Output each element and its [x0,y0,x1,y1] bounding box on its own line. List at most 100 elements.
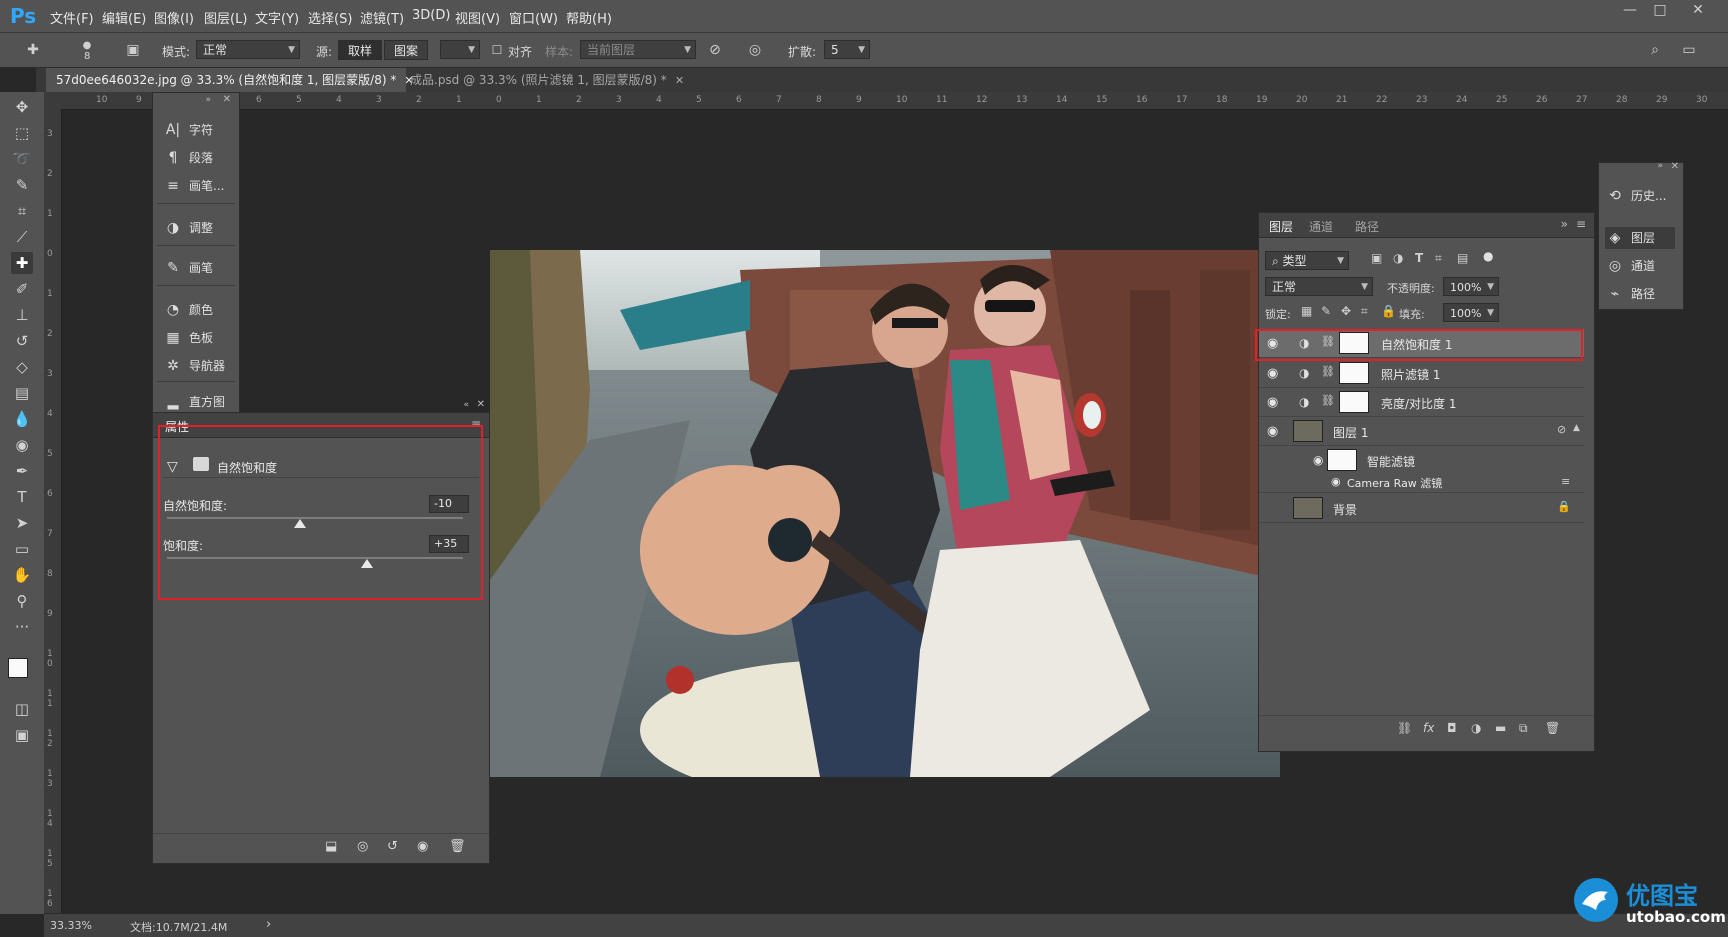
close-window-button[interactable]: ✕ [1684,2,1712,22]
crop-tool-icon[interactable]: ⌗ [11,200,33,222]
pen-tool-icon[interactable]: ✒ [11,460,33,482]
search-icon[interactable]: ⌕ [1646,41,1664,59]
filter-options-icon[interactable]: ≡ [1561,475,1570,488]
trash-icon[interactable]: 🗑 [449,839,466,854]
close-icon[interactable]: ✕ [675,74,684,87]
brush-tool-icon[interactable]: ✐ [11,278,33,300]
type-tool-icon[interactable]: T [11,486,33,508]
collapse-arrows-icon[interactable]: » [205,95,211,105]
dock-item-channels[interactable]: ◎ 通道 [1605,255,1675,277]
path-select-tool-icon[interactable]: ➤ [11,512,33,534]
lock-position-icon[interactable]: ✥ [1341,304,1351,318]
fill-input[interactable]: 100% ▼ [1443,303,1499,322]
move-tool-icon[interactable]: ✥ [11,96,33,118]
dock-item-character[interactable]: A| 字符 [163,119,233,141]
layer-name[interactable]: Camera Raw 滤镜 [1347,475,1442,491]
healing-brush-tool-icon[interactable]: ✚ [11,252,33,274]
lock-transparency-icon[interactable]: ▦ [1301,304,1312,318]
layer-row-background[interactable]: 背景 🔒 [1259,494,1584,523]
filter-toggle-icon[interactable]: ● [1483,249,1493,263]
menu-window[interactable]: 窗口(W) [509,8,558,27]
new-layer-icon[interactable]: ⧉ [1519,721,1528,736]
workspace-icon[interactable]: ▭ [1680,41,1698,59]
eye-icon[interactable]: ◉ [1267,366,1278,381]
close-icon[interactable]: ✕ [477,399,485,410]
lock-all-icon[interactable]: 🔒 [1381,304,1396,318]
dock-item-paragraph[interactable]: ¶ 段落 [163,147,233,169]
lasso-tool-icon[interactable]: ➰ [11,148,33,170]
sampled-button[interactable]: 取样 [338,40,382,60]
filter-adjustment-icon[interactable]: ◑ [1393,251,1403,265]
link-icon[interactable]: ⛓ [1321,394,1335,407]
dock-item-brush-settings[interactable]: ≡ 画笔... [163,175,233,197]
vibrance-slider-track[interactable] [167,517,463,519]
filter-smart-object-icon[interactable]: ▤ [1457,251,1468,265]
menu-layer[interactable]: 图层(L) [204,8,247,27]
canvas-image[interactable] [490,250,1280,777]
filter-shape-icon[interactable]: ⌗ [1435,251,1442,266]
menu-help[interactable]: 帮助(H) [566,8,612,27]
eraser-tool-icon[interactable]: ◇ [11,356,33,378]
menu-select[interactable]: 选择(S) [308,8,352,27]
ignore-adjustment-icon[interactable]: ⊘ [706,41,724,59]
layer-mask-icon[interactable] [193,457,209,471]
foreground-color-swatch[interactable] [8,658,28,678]
link-layers-icon[interactable]: ⛓ [1397,721,1412,735]
smart-filter-mask-thumbnail[interactable] [1327,449,1357,471]
eye-icon[interactable]: ◉ [1267,424,1278,439]
opacity-input[interactable]: 100% ▼ [1443,277,1499,296]
layer-thumbnail[interactable] [1293,497,1323,519]
saturation-slider-track[interactable] [167,557,463,559]
healing-brush-icon[interactable]: ✚ [24,41,42,59]
stamp-tool-icon[interactable]: ⊥ [11,304,33,326]
stamp-icon[interactable]: ▣ [124,41,142,59]
saturation-value-input[interactable]: +35 [429,535,469,553]
dock-item-navigator[interactable]: ✲ 导航器 [163,355,233,377]
reset-icon[interactable]: ↺ [387,839,398,854]
collapse-arrows-icon[interactable]: » [1561,217,1568,231]
dock-item-histogram[interactable]: ▂ 直方图 [163,391,233,413]
saturation-slider-thumb[interactable] [360,559,373,568]
eye-icon[interactable]: ◉ [1313,453,1323,467]
blend-mode-select[interactable]: 正常 ▼ [1265,277,1373,296]
sample-select[interactable]: 当前图层 ▼ [580,40,696,59]
layer-thumbnail[interactable] [1293,420,1323,442]
eye-icon[interactable]: ◉ [1331,475,1341,488]
layer-mask-thumbnail[interactable] [1339,391,1369,413]
layer-mask-thumbnail[interactable] [1339,362,1369,384]
menu-filter[interactable]: 滤镜(T) [360,8,404,27]
collapse-arrows-icon[interactable]: « [463,400,469,410]
layer-filter-select[interactable]: ⌕ 类型 ▼ [1265,251,1349,270]
filter-type-icon[interactable]: T [1415,251,1423,265]
layer-name[interactable]: 背景 [1333,501,1357,518]
quick-mask-icon[interactable]: ◫ [11,698,33,720]
zoom-tool-icon[interactable]: ⚲ [11,590,33,612]
tab-document-1[interactable]: 57d0ee646032e.jpg @ 33.3% (自然饱和度 1, 图层蒙版… [46,68,414,92]
layer-row-brightness-contrast[interactable]: ◉ ◑ ⛓ 亮度/对比度 1 [1259,388,1584,417]
new-group-icon[interactable]: ▬ [1495,721,1506,735]
tab-document-2[interactable]: 成品.psd @ 33.3% (照片滤镜 1, 图层蒙版/8) * ✕ [400,68,720,92]
clip-to-layer-icon[interactable]: ⬓ [325,839,337,854]
dock-item-history[interactable]: ⟲ 历史... [1605,185,1675,207]
pressure-icon[interactable]: ◎ [746,41,764,59]
vibrance-value-input[interactable]: -10 [429,495,469,513]
tab-layers[interactable]: 图层 [1269,218,1293,235]
view-previous-icon[interactable]: ◎ [357,839,368,854]
new-adjustment-icon[interactable]: ◑ [1471,721,1481,735]
dodge-tool-icon[interactable]: ◉ [11,434,33,456]
fx-icon[interactable]: fx [1423,721,1434,735]
vibrance-slider-thumb[interactable] [294,519,307,528]
chevron-up-icon[interactable]: ▲ [1573,423,1580,433]
layer-name[interactable]: 照片滤镜 1 [1381,366,1440,383]
menu-image[interactable]: 图像(I) [154,8,194,27]
zoom-level[interactable]: 33.33% [50,919,92,932]
minimize-button[interactable]: — [1616,2,1644,22]
lock-artboard-icon[interactable]: ⌗ [1361,304,1368,319]
collapse-arrows-icon[interactable]: » [1657,161,1663,171]
status-menu-arrow[interactable]: › [266,917,271,932]
history-brush-tool-icon[interactable]: ↺ [11,330,33,352]
tab-channels[interactable]: 通道 [1309,218,1333,235]
dock-item-adjustments[interactable]: ◑ 调整 [163,217,233,239]
blur-tool-icon[interactable]: 💧 [11,408,33,430]
quick-select-tool-icon[interactable]: ✎ [11,174,33,196]
